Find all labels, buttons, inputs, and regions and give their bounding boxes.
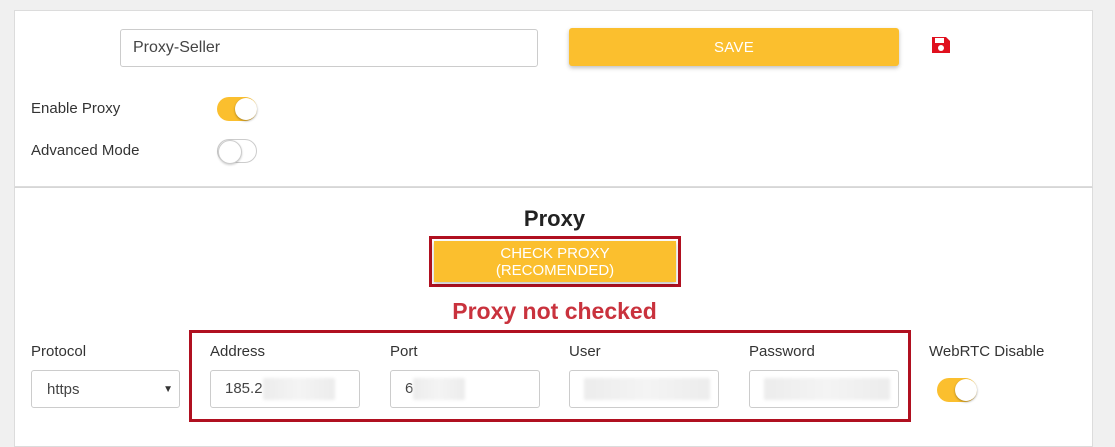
webrtc-disable-label: WebRTC Disable	[929, 343, 1045, 360]
redacted-address	[262, 378, 335, 401]
protocol-value: https	[47, 381, 80, 398]
port-label: Port	[390, 343, 418, 360]
protocol-label: Protocol	[31, 343, 87, 360]
profile-name-input[interactable]	[120, 29, 538, 67]
user-label: User	[569, 343, 601, 360]
caret-down-icon: ▼	[163, 384, 173, 395]
save-button[interactable]: SAVE	[569, 28, 899, 66]
webrtc-disable-toggle[interactable]	[937, 378, 977, 402]
address-value: 185.2	[225, 380, 263, 397]
enable-proxy-toggle[interactable]	[217, 97, 257, 121]
enable-proxy-label: Enable Proxy	[31, 100, 121, 117]
toggle-knob	[955, 379, 977, 401]
password-input[interactable]	[749, 370, 899, 408]
toggle-knob	[235, 98, 257, 120]
profile-settings-card: SAVE Enable Proxy Advanced Mode	[14, 10, 1093, 187]
protocol-select[interactable]: https ▼	[31, 370, 180, 408]
port-input[interactable]: 6	[390, 370, 540, 408]
check-proxy-button[interactable]: CHECK PROXY (RECOMENDED)	[434, 241, 676, 282]
proxy-status-text: Proxy not checked	[452, 298, 657, 324]
toggle-knob	[218, 140, 242, 164]
redacted-user	[584, 378, 710, 401]
proxy-settings-card: Proxy CHECK PROXY (RECOMENDED) Proxy not…	[14, 187, 1093, 447]
redacted-port	[413, 378, 466, 401]
advanced-mode-label: Advanced Mode	[31, 142, 140, 159]
port-value: 6	[405, 380, 414, 397]
address-input[interactable]: 185.2	[210, 370, 360, 408]
user-input[interactable]	[569, 370, 719, 408]
check-proxy-highlight: CHECK PROXY (RECOMENDED)	[429, 236, 681, 287]
proxy-section-title: Proxy	[523, 206, 586, 231]
redacted-password	[764, 378, 890, 401]
password-label: Password	[749, 343, 815, 360]
advanced-mode-toggle[interactable]	[217, 139, 257, 164]
address-label: Address	[210, 343, 266, 360]
floppy-disk-icon[interactable]	[931, 36, 951, 54]
